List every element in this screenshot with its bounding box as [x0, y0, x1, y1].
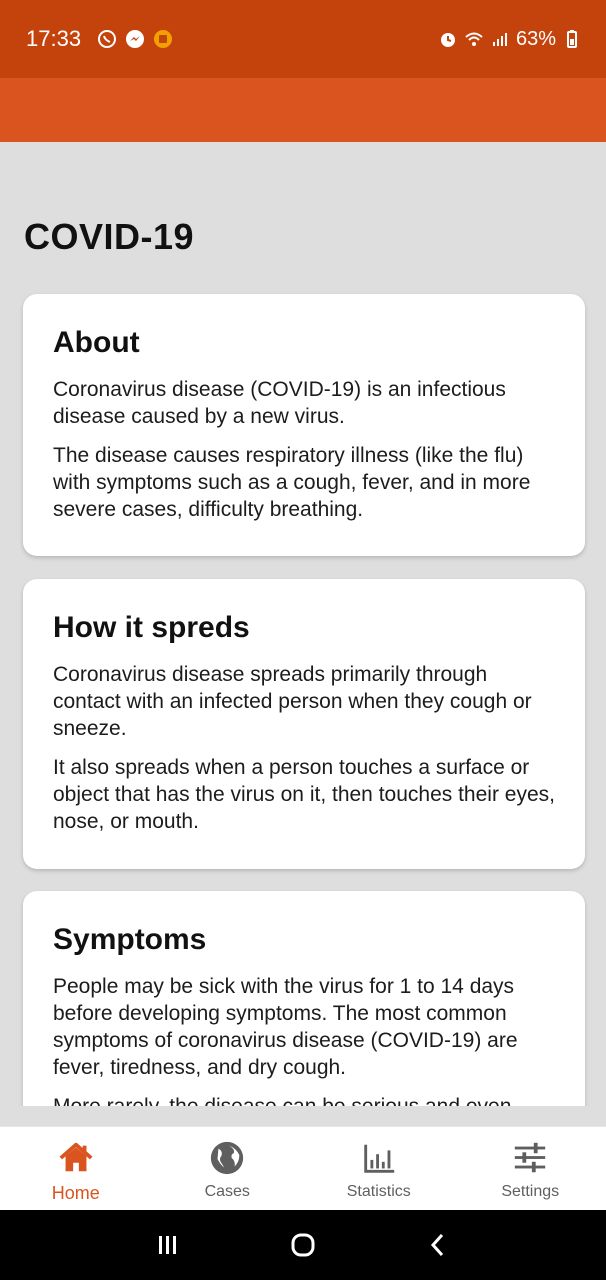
bar-chart-icon	[364, 1144, 394, 1173]
nav-item-home[interactable]: Home	[0, 1127, 152, 1210]
card-title: How it spreds	[53, 611, 250, 644]
card-paragraph: More rarely, the disease can be serious …	[53, 1093, 555, 1106]
nav-item-statistics[interactable]: Statistics	[303, 1127, 455, 1210]
nav-label: Statistics	[346, 1183, 411, 1200]
status-time: 17:33	[26, 26, 82, 51]
about-card: About Coronavirus disease (COVID-19) is …	[23, 294, 585, 556]
signal-icon	[492, 33, 507, 46]
wifi-icon	[465, 32, 483, 46]
nav-item-cases[interactable]: Cases	[152, 1127, 304, 1210]
notification-icon	[154, 30, 173, 48]
whatsapp-icon	[98, 30, 117, 48]
bottom-navigation: Home Cases Statistics Settings	[0, 1126, 606, 1210]
battery-percentage: 63%	[515, 27, 556, 50]
system-navigation-bar	[0, 1210, 606, 1280]
app-bar	[0, 78, 606, 142]
globe-icon	[211, 1141, 244, 1175]
sliders-icon	[515, 1142, 546, 1173]
home-icon	[59, 1142, 93, 1172]
recent-apps-icon[interactable]	[153, 1230, 183, 1260]
card-title: Symptoms	[53, 923, 207, 956]
status-right: 63%	[438, 28, 582, 51]
nav-label: Cases	[204, 1183, 250, 1200]
how-it-spreads-card: How it spreds Coronavirus disease spread…	[23, 579, 585, 869]
nav-label: Home	[51, 1183, 100, 1203]
alarm-icon	[440, 33, 455, 47]
status-left: 17:33	[26, 26, 173, 52]
main-content[interactable]: COVID-19 About Coronavirus disease (COVI…	[0, 142, 606, 1106]
card-paragraph: Coronavirus disease (COVID-19) is an inf…	[53, 378, 506, 428]
card-paragraph: The disease causes respiratory illness (…	[53, 444, 531, 521]
page-title: COVID-19	[24, 216, 195, 257]
nav-label: Settings	[501, 1183, 560, 1200]
card-paragraph: Coronavirus disease spreads primarily th…	[53, 663, 532, 740]
battery-icon	[567, 30, 577, 48]
nav-item-settings[interactable]: Settings	[455, 1127, 606, 1210]
card-paragraph: It also spreads when a person touches a …	[53, 756, 555, 833]
messenger-icon	[126, 30, 145, 48]
card-paragraph: People may be sick with the virus for 1 …	[53, 975, 518, 1079]
back-icon[interactable]	[423, 1230, 453, 1260]
symptoms-card: Symptoms People may be sick with the vir…	[23, 891, 585, 1106]
home-button-icon[interactable]	[288, 1230, 318, 1260]
status-bar: 17:33 63%	[0, 0, 606, 78]
card-title: About	[53, 326, 140, 359]
